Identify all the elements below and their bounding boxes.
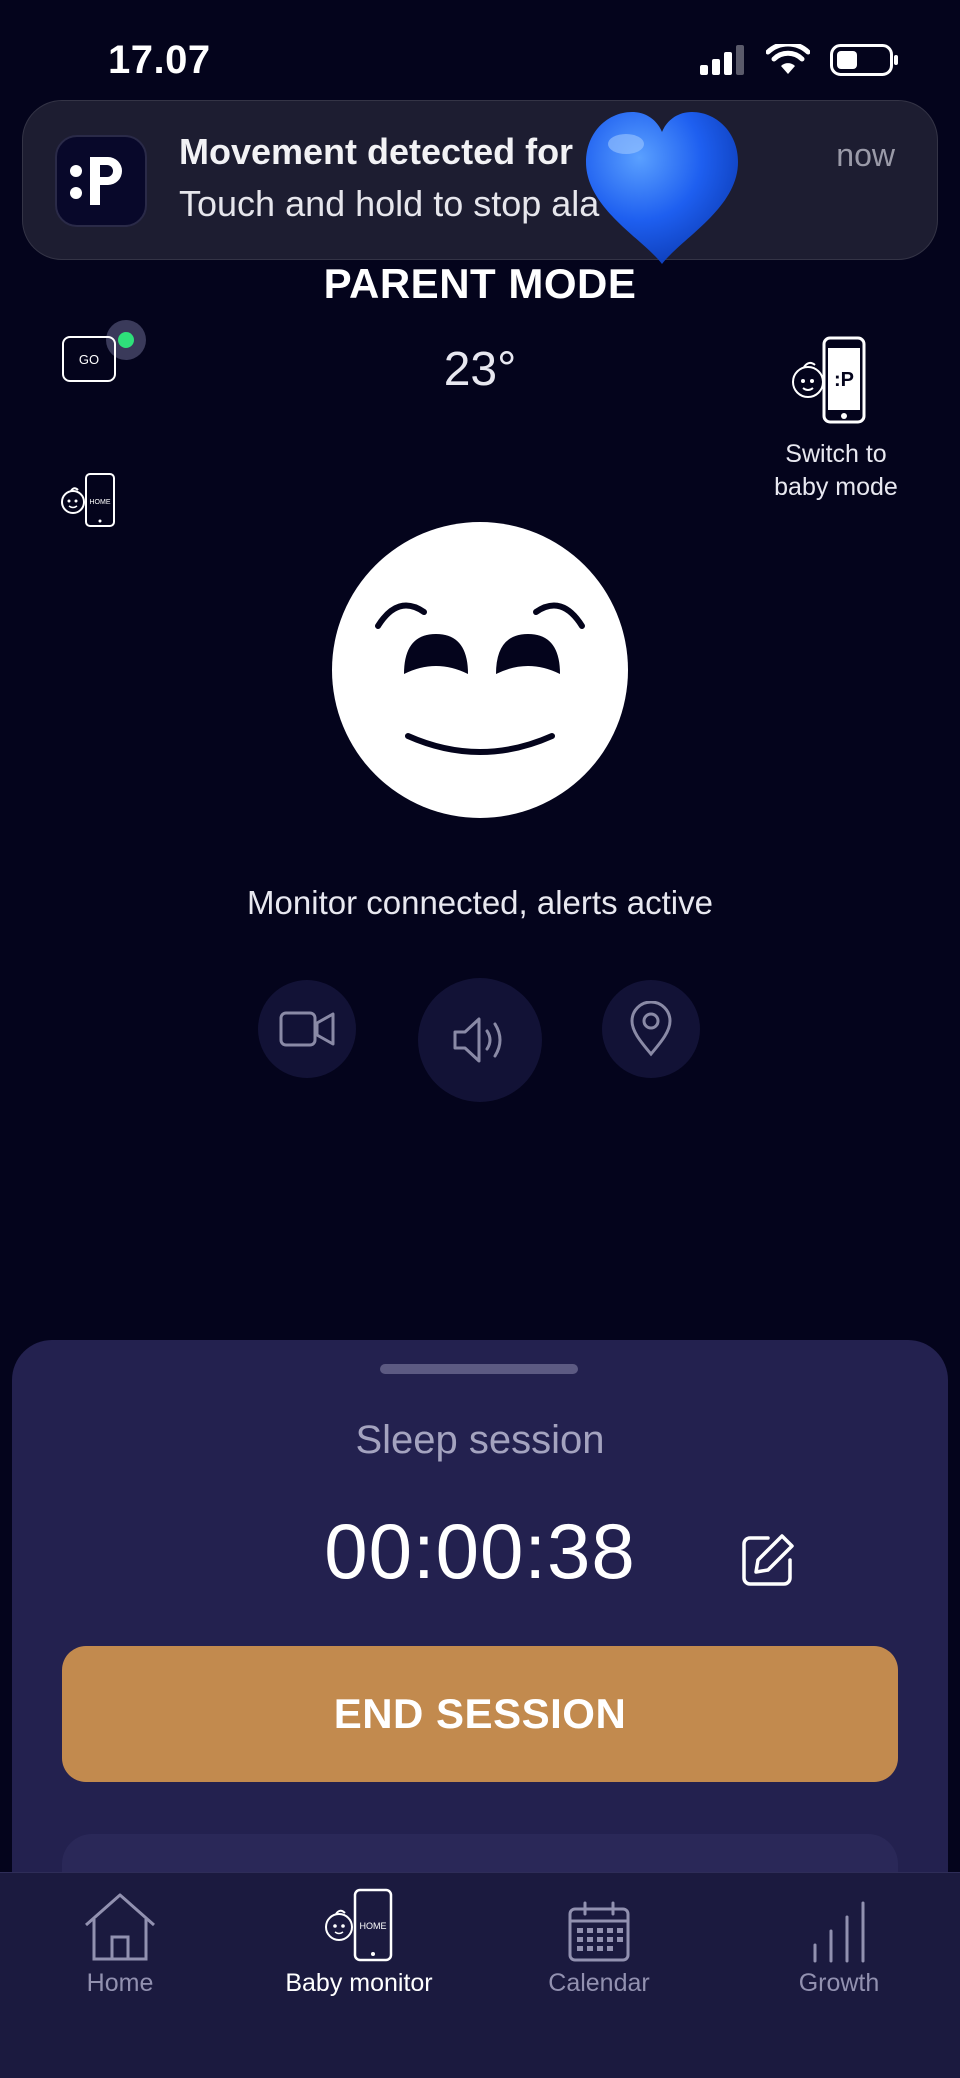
- calendar-icon: [568, 1901, 630, 1962]
- tab-bar: Home HOME Baby monitor Calendar Growth: [0, 1872, 960, 2078]
- notification-title: Movement detected for: [179, 131, 574, 172]
- monitor-status-text: Monitor connected, alerts active: [247, 884, 713, 921]
- app-icon: [55, 135, 147, 227]
- status-time: 17.07: [108, 38, 211, 82]
- app-logo-icon: [70, 157, 122, 205]
- growth-chart-icon: [813, 1901, 865, 1963]
- sleep-session-title: Sleep session: [355, 1418, 605, 1462]
- tab-home-badge-text: HOME: [360, 1921, 387, 1931]
- home-badge-text: HOME: [90, 499, 111, 506]
- signal-icon: [700, 45, 744, 75]
- location-icon: [630, 1001, 672, 1057]
- tab-growth[interactable]: Growth: [739, 1873, 939, 2078]
- switch-to-baby-mode-icon[interactable]: :P: [788, 334, 868, 426]
- notification-body: Touch and hold to stop ala: [179, 183, 600, 224]
- speaker-icon: [453, 1017, 502, 1063]
- switch-icon-text: :P: [834, 369, 854, 391]
- status-icons: [700, 44, 900, 76]
- wifi-icon: [766, 44, 810, 74]
- notification-time: now: [836, 137, 895, 173]
- parent-mode-screen: 17.07 Movement detected for Touch and ho…: [0, 0, 960, 2078]
- tab-calendar-label: Calendar: [548, 1969, 650, 1997]
- session-timer: 00:00:38: [324, 1507, 636, 1595]
- tab-calendar[interactable]: Calendar: [499, 1873, 699, 2078]
- video-button[interactable]: [258, 980, 356, 1078]
- tab-home[interactable]: Home: [20, 1873, 220, 2078]
- battery-icon: [830, 44, 898, 76]
- tab-home-label: Home: [86, 1969, 154, 1997]
- tab-home-icon-wrap: [80, 1887, 160, 1963]
- tab-baby-monitor[interactable]: HOME Baby monitor: [259, 1873, 459, 2078]
- house-icon: [85, 1893, 155, 1961]
- video-icon: [279, 1011, 335, 1047]
- speaker-button[interactable]: [418, 978, 542, 1102]
- sheet-drag-handle[interactable]: [380, 1364, 578, 1374]
- location-button[interactable]: [602, 980, 700, 1078]
- switch-label-line1: Switch to: [785, 440, 887, 468]
- blue-heart-emoji: [586, 112, 738, 264]
- tab-growth-label: Growth: [798, 1969, 880, 1997]
- page-title: PARENT MODE: [323, 260, 637, 307]
- happy-face-icon: [375, 602, 585, 755]
- edit-icon[interactable]: [738, 1530, 798, 1590]
- tab-baby-icon-wrap: HOME: [323, 1887, 395, 1963]
- tab-baby-monitor-label: Baby monitor: [285, 1969, 433, 1997]
- mood-smiley: [332, 522, 628, 818]
- switch-label-line2: baby mode: [774, 473, 898, 501]
- tab-calendar-icon-wrap: [567, 1887, 631, 1963]
- baby-home-icon[interactable]: HOME: [58, 470, 120, 530]
- notification-banner[interactable]: Movement detected for Touch and hold to …: [22, 100, 938, 260]
- baby-monitor-icon: HOME: [325, 1888, 393, 1962]
- tab-growth-icon-wrap: [809, 1887, 869, 1963]
- switch-to-baby-mode-label[interactable]: Switch to baby mode: [760, 438, 912, 504]
- end-session-button[interactable]: END SESSION: [62, 1646, 898, 1782]
